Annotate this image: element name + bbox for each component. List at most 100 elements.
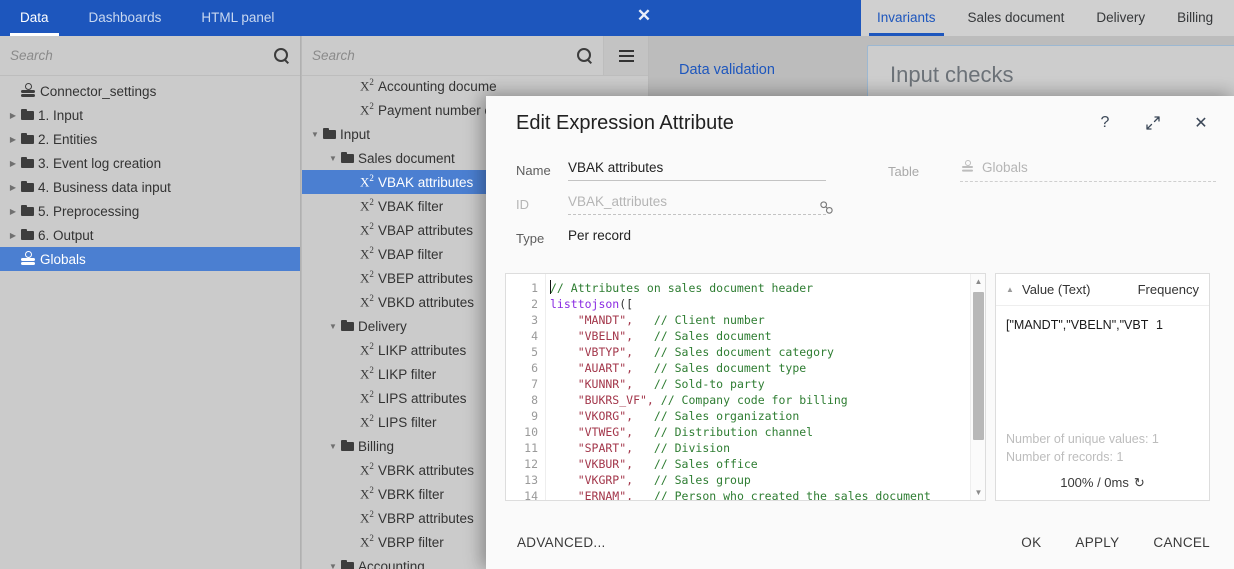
chevron-down-icon[interactable]: ▼ [326,322,340,331]
tree-item[interactable]: ▶4. Business data input [0,175,300,199]
code-line[interactable]: "KUNNR", // Sold-to party [550,376,970,392]
tree-item-label: 3. Event log creation [38,156,161,171]
tree-item[interactable]: ▶6. Output [0,223,300,247]
code-line[interactable]: "VBTYP", // Sales document category [550,344,970,360]
left-search-row[interactable]: Search [0,36,300,76]
top-tab-data[interactable]: Data [0,0,69,36]
text-caret [550,280,551,294]
chevron-right-icon[interactable]: ▶ [6,231,20,240]
tree-item-selected[interactable]: Globals [0,247,300,271]
chevron-right-icon[interactable]: ▶ [6,111,20,120]
tree-item[interactable]: ▶2. Entities [0,127,300,151]
sort-asc-icon[interactable]: ▲ [1006,285,1020,294]
code-line[interactable]: "VKBUR", // Sales office [550,456,970,472]
app-window: DataDashboardsHTML panel ✕ InvariantsSal… [0,0,1234,569]
type-field-row: Type Per record [516,228,1216,262]
dialog-title: Edit Expression Attribute [516,112,734,135]
tree-item[interactable]: X2Accounting docume [302,74,648,98]
tree-item-label: LIPS filter [378,415,437,430]
folder-icon [20,204,38,218]
chevron-right-icon[interactable]: ▶ [6,207,20,216]
code-line[interactable]: "AUART", // Sales document type [550,360,970,376]
editor-code-area[interactable]: // Attributes on sales document headerli… [546,274,970,500]
tab-invariants[interactable]: Invariants [861,0,952,36]
value-row[interactable]: ["MANDT","VBELN","VBТ1 [996,312,1209,338]
code-line[interactable]: "BUKRS_VF", // Company code for billing [550,392,970,408]
expression-code-editor[interactable]: 1234567891011121314 // Attributes on sal… [505,273,986,501]
cancel-button[interactable]: CANCEL [1153,535,1210,550]
chevron-right-icon[interactable]: ▶ [6,135,20,144]
tree-item[interactable]: ▶1. Input [0,103,300,127]
top-tab-dashboards[interactable]: Dashboards [69,0,182,36]
tab-delivery[interactable]: Delivery [1080,0,1161,36]
middle-search-input[interactable]: Search [312,48,576,63]
scrollbar-thumb[interactable] [973,292,984,440]
chevron-down-icon[interactable]: ▼ [326,442,340,451]
hamburger-icon[interactable] [604,36,648,75]
line-number: 9 [506,408,545,424]
expression-icon: X2 [358,245,378,262]
chain-link-icon[interactable] [819,200,834,215]
apply-button[interactable]: APPLY [1075,535,1119,550]
tree-item[interactable]: ▶ 3. Event log creation [0,151,300,175]
close-icon[interactable]: ✕ [1190,112,1212,134]
table-label: Table [888,164,919,179]
left-search-input[interactable]: Search [10,48,273,63]
refresh-icon[interactable]: ↻ [1134,474,1145,492]
data-validation-link[interactable]: Data validation [679,62,775,78]
editor-line-numbers: 1234567891011121314 [506,274,546,500]
line-number: 6 [506,360,545,376]
close-view-button[interactable]: ✕ [634,5,654,27]
chevron-down-icon[interactable]: ▼ [326,154,340,163]
search-icon[interactable] [576,47,593,64]
dialog-action-buttons: OK APPLY CANCEL [1021,535,1210,550]
column-header-value[interactable]: Value (Text) [1022,282,1138,297]
tree-item[interactable]: ▶5. Preprocessing [0,199,300,223]
expression-icon: X2 [358,341,378,358]
caret-down-icon[interactable]: ▼ [971,485,986,500]
question-mark-icon[interactable]: ? [1094,112,1116,134]
input-checks-title: Input checks [890,62,1014,88]
tree-item-label: LIKP filter [378,367,436,382]
line-number: 7 [506,376,545,392]
chevron-down-icon[interactable]: ▼ [308,130,322,139]
tree-item[interactable]: Connector_settings [0,79,300,103]
code-line[interactable]: "MANDT", // Client number [550,312,970,328]
id-input[interactable]: VBAK_attributes [568,194,826,215]
tab-billing[interactable]: Billing [1161,0,1229,36]
left-navigation-panel: Search Connector_settings▶1. Input▶2. En… [0,36,301,569]
chevron-right-icon[interactable]: ▶ [6,183,20,192]
code-line[interactable]: listtojson([ [550,296,970,312]
code-line[interactable]: "VBELN", // Sales document [550,328,970,344]
tree-item-label: VBRK attributes [378,463,474,478]
code-line[interactable]: // Attributes on sales document header [550,280,970,296]
editor-vertical-scrollbar[interactable]: ▲ ▼ [970,274,985,500]
tree-item-label: VBRK filter [378,487,444,502]
chevron-down-icon[interactable]: ▼ [326,562,340,569]
search-icon[interactable] [273,47,290,64]
expand-icon[interactable] [1142,112,1164,134]
line-number: 5 [506,344,545,360]
column-header-frequency[interactable]: Frequency [1138,282,1199,297]
tab-sales-document[interactable]: Sales document [952,0,1081,36]
middle-search-field[interactable]: Search [302,36,604,75]
code-line[interactable]: "VKGRP", // Sales group [550,472,970,488]
code-line[interactable]: "ERNAM", // Person who created the sales… [550,488,970,500]
code-line[interactable]: "VKORG", // Sales organization [550,408,970,424]
top-tab-html-panel[interactable]: HTML panel [181,0,294,36]
expression-icon: X2 [358,365,378,382]
code-line[interactable]: "VTWEG", // Distribution channel [550,424,970,440]
code-line[interactable]: "SPART", // Division [550,440,970,456]
expression-icon: X2 [358,77,378,94]
table-value-field[interactable]: Globals [960,160,1216,182]
chevron-right-icon[interactable]: ▶ [6,159,20,168]
advanced-button[interactable]: ADVANCED... [517,535,606,550]
folder-icon [20,156,38,170]
tree-item-label: Globals [40,252,86,267]
tree-item-label: VBAK filter [378,199,443,214]
tree-item-label: Billing [358,439,394,454]
ok-button[interactable]: OK [1021,535,1041,550]
type-value[interactable]: Per record [568,228,826,248]
name-input[interactable]: VBAK attributes [568,160,826,181]
caret-up-icon[interactable]: ▲ [971,274,986,289]
